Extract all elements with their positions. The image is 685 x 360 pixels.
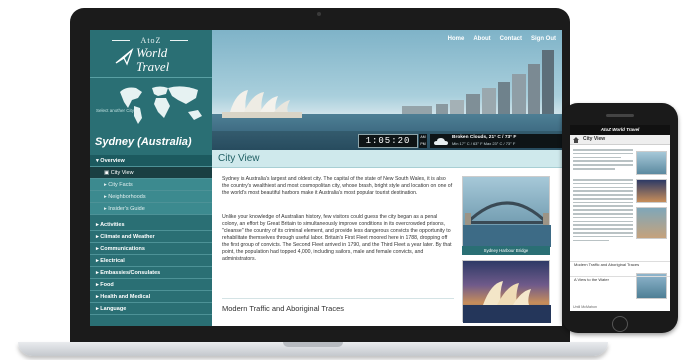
phone-screen: AtoZ World Travel City View Modern Traff… <box>570 125 670 311</box>
text-line <box>573 160 633 162</box>
clock-ampm: AM PM <box>419 134 427 148</box>
text-line <box>573 149 633 151</box>
text-line <box>573 213 633 215</box>
text-line <box>573 197 633 200</box>
text-line <box>573 220 633 223</box>
text-line <box>573 201 633 204</box>
laptop-notch <box>283 342 343 347</box>
text-line <box>573 205 633 208</box>
opera-night-illustration <box>463 281 551 323</box>
weather-panel: Broken Clouds, 21° C / 73° F Min 17° C /… <box>430 134 562 148</box>
logo-rule-left <box>112 40 130 41</box>
weather-minmax: Min 17° C / 63° F Max 23° C / 73° F <box>452 141 516 146</box>
opera-night-photo[interactable] <box>462 260 551 323</box>
text-line <box>573 179 633 181</box>
home-icon[interactable] <box>573 137 579 143</box>
logo-atoz: AtoZ <box>140 36 162 45</box>
history-paragraph: Unlike your knowledge of Australian hist… <box>222 214 452 262</box>
header-nav: Home About Contact Sign Out <box>448 36 556 42</box>
nav-about-link[interactable]: About <box>473 36 490 42</box>
sidebar-item[interactable]: ▸ Climate and Weather <box>90 231 212 243</box>
phone-text-block-1 <box>573 149 633 172</box>
photo-caption: Sydney Harbour Bridge <box>462 246 550 255</box>
sidebar-item[interactable]: ▸ Communications <box>90 243 212 255</box>
text-line <box>573 231 633 234</box>
phone-thumb-opera[interactable] <box>636 179 667 203</box>
phone-note: Until McMahon <box>573 305 597 309</box>
phone-link-water[interactable]: A View to the Water <box>570 276 670 287</box>
sidebar-item[interactable]: ▸ Neighborhoods <box>90 191 212 203</box>
text-line <box>573 216 633 219</box>
nav-sign-out-link[interactable]: Sign Out <box>531 36 556 42</box>
sidebar-item[interactable]: ▸ Insider's Guide <box>90 203 212 215</box>
phone-link-traffic[interactable]: Modern Traffic and Aboriginal Traces <box>570 261 670 272</box>
sidebar-item[interactable]: ▸ Language <box>90 303 212 315</box>
text-line <box>573 209 633 211</box>
webcam-icon <box>317 12 321 16</box>
text-line <box>573 167 615 170</box>
main-content: City View Sydney is Australia's largest … <box>212 150 562 326</box>
phone-text-block-2 <box>573 179 633 243</box>
logo-travel: Travel <box>136 59 170 74</box>
weather-condition: Broken Clouds, 21° C / 73° F <box>452 135 517 140</box>
select-city-link[interactable]: Select another City <box>96 108 136 113</box>
phone-home-button[interactable] <box>612 316 628 332</box>
city-skyline-image <box>402 50 554 120</box>
text-line <box>573 228 633 230</box>
phone-link-water-label: A View to the Water <box>574 277 609 282</box>
text-line <box>573 182 633 185</box>
stage: AtoZ World Travel Select another City Sy… <box>0 0 685 360</box>
site-logo[interactable]: AtoZ World Travel <box>90 30 212 78</box>
sidebar-item[interactable]: ▸ Health and Medical <box>90 291 212 303</box>
text-line <box>573 239 609 242</box>
laptop-screen: AtoZ World Travel Select another City Sy… <box>90 30 562 326</box>
clock-display: 1:05:20 <box>358 134 418 148</box>
text-line <box>573 152 633 155</box>
cloud-icon <box>434 138 448 145</box>
sidebar-item[interactable]: ▸ Electrical <box>90 255 212 267</box>
nav-home-link[interactable]: Home <box>448 36 465 42</box>
phone-device: AtoZ World Travel City View Modern Traff… <box>562 103 678 333</box>
sidebar-item[interactable]: ▾ Overview <box>90 155 212 167</box>
phone-page-title: City View <box>583 136 606 142</box>
logo-rule-right <box>170 40 188 41</box>
bridge-illustration <box>463 201 551 247</box>
left-column: AtoZ World Travel Select another City Sy… <box>90 30 212 326</box>
section-divider <box>222 298 454 299</box>
opera-house-image <box>222 90 302 118</box>
phone-page-header: City View <box>570 135 670 145</box>
intro-paragraph: Sydney is Australia's largest and oldest… <box>222 176 453 196</box>
sidebar-nav: ▾ Overview ▣ City View ▸ City Facts ▸ Neigh… <box>90 155 212 315</box>
sidebar-item[interactable]: ▸ City Facts <box>90 179 212 191</box>
text-line <box>573 186 633 189</box>
sidebar-item[interactable]: ▣ City View <box>90 167 212 179</box>
phone-thumb-bridge[interactable] <box>636 151 667 175</box>
world-map-icon[interactable] <box>112 82 208 126</box>
section-heading: Modern Traffic and Aboriginal Traces <box>222 304 345 313</box>
sidebar-item[interactable]: ▸ Food <box>90 279 212 291</box>
phone-app-title: AtoZ World Travel <box>570 125 670 135</box>
harbour-bridge-photo[interactable] <box>462 176 551 247</box>
nav-contact-link[interactable]: Contact <box>500 36 522 42</box>
sidebar-item[interactable]: ▸ Activities <box>90 219 212 231</box>
plane-icon <box>115 48 134 66</box>
text-line <box>573 194 633 196</box>
phone-links: Modern Traffic and Aboriginal Traces A V… <box>570 261 670 287</box>
phone-link-traffic-label: Modern Traffic and Aboriginal Traces <box>574 262 640 267</box>
sidebar-item[interactable]: ▸ Embassies/Consulates <box>90 267 212 279</box>
text-line <box>573 156 621 159</box>
text-line <box>573 235 633 238</box>
text-line <box>573 190 633 192</box>
laptop-base <box>18 342 608 356</box>
page-title: City View <box>212 150 562 168</box>
text-line <box>573 224 633 226</box>
text-line <box>573 164 633 166</box>
phone-speaker <box>606 114 634 117</box>
phone-thumb-aboriginal[interactable] <box>636 207 667 239</box>
header-hero: Home About Contact Sign Out 1:05:20 AM P… <box>212 30 562 150</box>
city-title: Sydney (Australia) <box>95 136 192 148</box>
